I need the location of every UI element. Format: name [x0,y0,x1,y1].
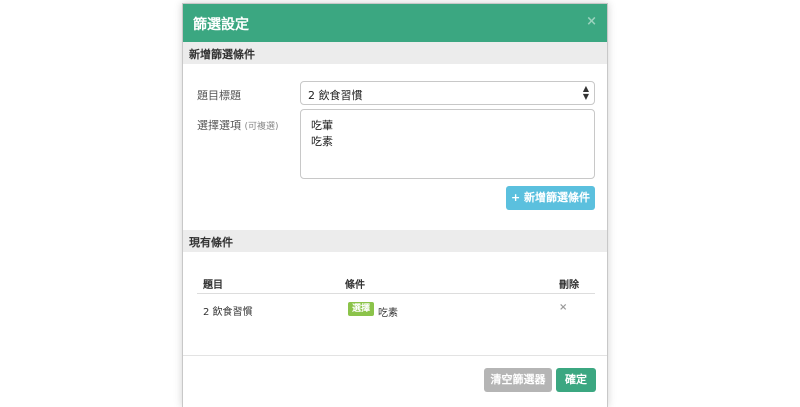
question-title-label: 題目標題 [197,89,241,102]
select-arrows-icon: ▲ ▼ [582,84,589,101]
existing-conditions-section-title: 現有條件 [189,236,233,249]
modal-title: 篩選設定 [193,17,249,33]
column-header-condition: 條件 [345,280,365,291]
row-question: 2 飲食習慣 [203,307,253,318]
option-item[interactable]: 吃葷 [311,117,333,133]
add-condition-section-title: 新增篩選條件 [189,48,255,61]
modal-header: 篩選設定 × [183,4,607,42]
question-select-value: 2 飲食習慣 [308,89,363,102]
option-item[interactable]: 吃素 [311,133,333,149]
table-header-divider [197,293,595,294]
existing-conditions-section-bar: 現有條件 [183,230,607,252]
options-multiselect[interactable]: 吃葷 吃素 [300,109,595,179]
options-label-text: 選擇選項 [197,119,241,132]
column-header-delete: 刪除 [559,280,579,291]
row-condition-value: 吃素 [378,308,398,319]
add-condition-button[interactable]: + 新增篩選條件 [506,186,595,210]
condition-badge: 選擇 [348,302,375,316]
confirm-button[interactable]: 確定 [556,368,596,392]
footer-divider [183,355,607,356]
delete-icon[interactable]: × [559,302,567,313]
options-hint: (可複選) [244,122,279,132]
question-select[interactable]: 2 飲食習慣 ▲ ▼ [300,81,595,105]
options-label: 選擇選項 (可複選) [197,117,279,133]
add-condition-section-bar: 新增篩選條件 [183,42,607,64]
clear-filter-button[interactable]: 清空篩選器 [484,368,552,392]
close-icon[interactable]: × [586,14,597,29]
column-header-question: 題目 [203,280,223,291]
filter-settings-modal: 篩選設定 × 新增篩選條件 題目標題 2 飲食習慣 ▲ ▼ 選擇選項 (可複選) … [182,3,608,407]
